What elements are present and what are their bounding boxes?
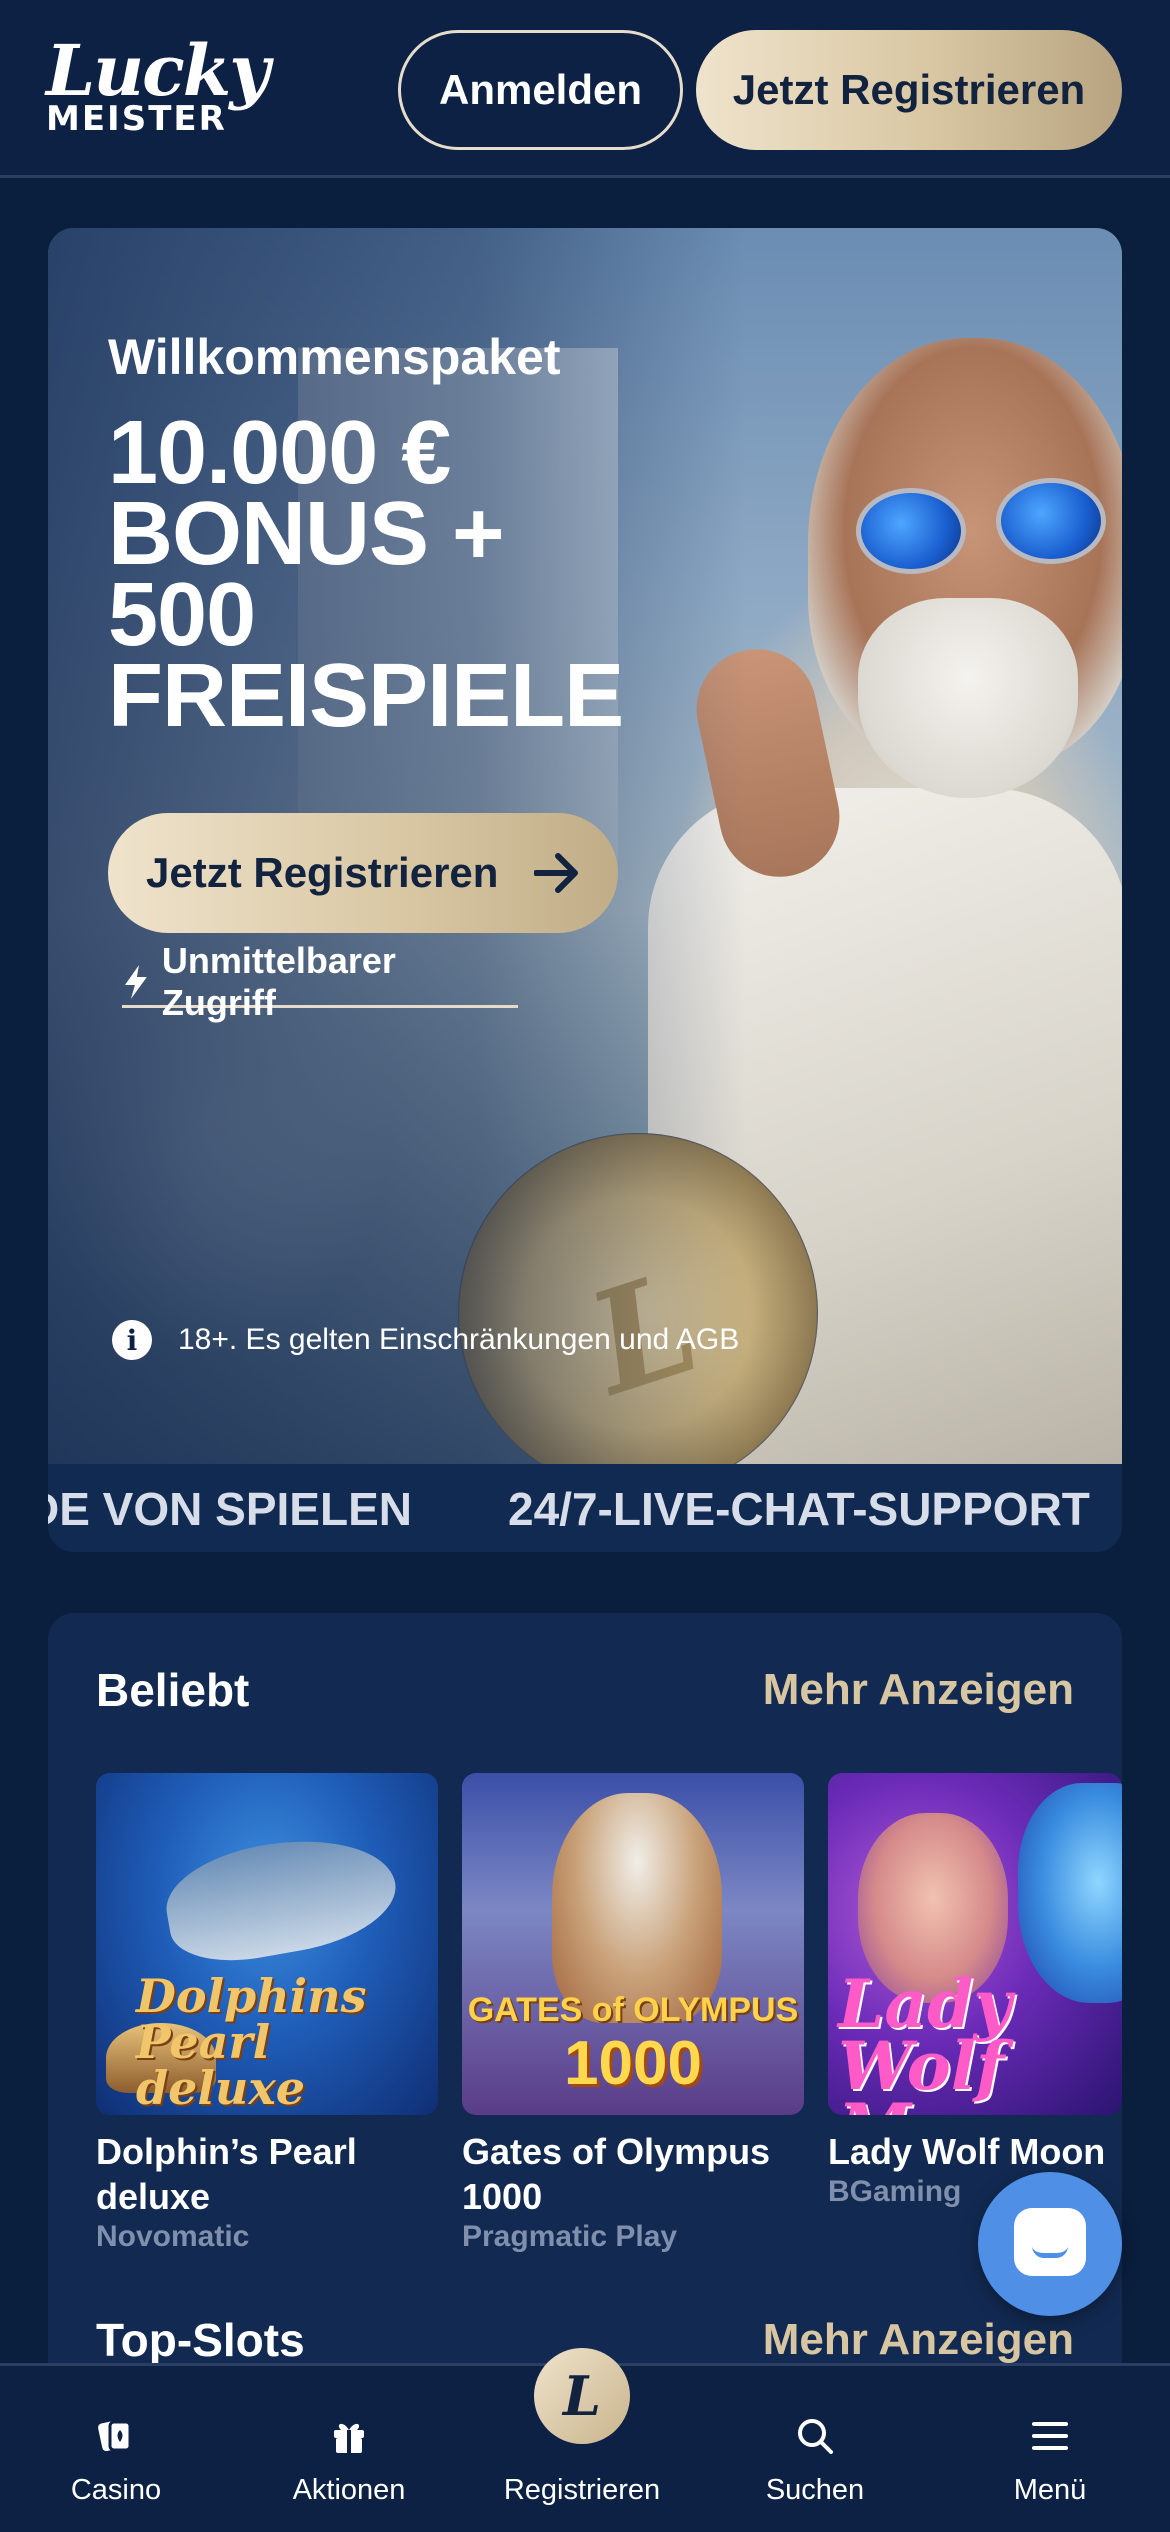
nav-item-casino[interactable]: Casino bbox=[16, 2366, 216, 2532]
banner-subtitle: Willkommenspaket bbox=[108, 329, 561, 385]
search-icon bbox=[798, 2419, 833, 2454]
banner-register-button[interactable]: Jetzt Registrieren bbox=[108, 813, 618, 933]
nav-item-menu[interactable]: Menü bbox=[950, 2366, 1150, 2532]
lucky-logo-icon[interactable]: L bbox=[534, 2348, 630, 2444]
lucky-meister-logo[interactable]: Lucky MEISTER bbox=[46, 29, 270, 146]
man-suit bbox=[648, 788, 1122, 1468]
disclaimer-text: 18+. Es gelten Einschränkungen und AGB bbox=[178, 1323, 740, 1356]
game-provider: Novomatic bbox=[96, 2220, 250, 2253]
nav-label: Menü bbox=[1013, 2474, 1087, 2506]
section-title-popular: Beliebt bbox=[96, 1664, 250, 1716]
game-name[interactable]: Lady Wolf Moon bbox=[828, 2129, 1122, 2174]
game-name[interactable]: Gates of Olympus 1000 bbox=[462, 2129, 804, 2219]
lightning-icon bbox=[124, 964, 147, 999]
cards-icon bbox=[98, 2420, 132, 2452]
age-disclaimer: i 18+. Es gelten Einschränkungen und AGB bbox=[112, 1320, 739, 1360]
game-name[interactable]: Dolphin’s Pearl deluxe bbox=[96, 2129, 438, 2219]
instant-access-link[interactable]: Unmittelbarer Zugriff bbox=[122, 940, 518, 1023]
game-art-title: GATES of OLYMPUS bbox=[467, 1991, 799, 2029]
logo-text-lucky: Lucky bbox=[46, 29, 270, 112]
sunglasses-lens-right bbox=[996, 478, 1106, 564]
zeus-art bbox=[552, 1793, 722, 2023]
welcome-banner[interactable]: L Willkommenspaket 10.000 € BONUS + 500 … bbox=[48, 228, 1122, 1552]
info-icon[interactable]: i bbox=[112, 1320, 152, 1360]
man-hand bbox=[685, 638, 851, 888]
game-art-title: Dolphins Pearl deluxe bbox=[136, 1969, 367, 2115]
section-title-top-slots: Top-Slots bbox=[96, 2314, 305, 2366]
nav-label: Registrieren bbox=[503, 2474, 661, 2506]
game-art-number: 1000 bbox=[564, 2029, 702, 2098]
top-header: Lucky MEISTER Anmelden Jetzt Registriere… bbox=[0, 0, 1170, 178]
game-provider: Pragmatic Play bbox=[462, 2220, 678, 2253]
game-thumbnail[interactable]: Dolphins Pearl deluxe bbox=[96, 1773, 438, 2115]
nav-label: Casino bbox=[70, 2474, 162, 2506]
register-button[interactable]: Jetzt Registrieren bbox=[696, 30, 1122, 150]
show-more-popular-link[interactable]: Mehr Anzeigen bbox=[763, 1665, 1074, 1715]
banner-register-label: Jetzt Registrieren bbox=[146, 849, 499, 896]
ticker-item: 24/7-LIVE-CHAT-SUPPORT bbox=[508, 1483, 1090, 1535]
sunglasses-lens-left bbox=[856, 488, 966, 574]
live-chat-button[interactable] bbox=[978, 2172, 1122, 2316]
man-head bbox=[808, 338, 1122, 768]
ticker-item: DE VON SPIELEN bbox=[48, 1483, 412, 1535]
game-card[interactable]: GATES of OLYMPUS 1000 Gates of Olympus 1… bbox=[462, 1773, 804, 2255]
show-more-top-slots-link[interactable]: Mehr Anzeigen bbox=[763, 2315, 1074, 2365]
dolphin-art bbox=[158, 1823, 404, 1973]
arrow-right-icon bbox=[534, 853, 578, 893]
game-thumbnail[interactable]: GATES of OLYMPUS 1000 bbox=[462, 1773, 804, 2115]
wolf-art bbox=[1018, 1783, 1122, 2003]
nav-label: Suchen bbox=[765, 2474, 865, 2506]
game-thumbnail[interactable]: Lady Wolf Moon bbox=[828, 1773, 1122, 2115]
banner-title: 10.000 € BONUS + 500 FREISPIELE bbox=[108, 403, 624, 746]
instant-access-label: Unmittelbarer Zugriff bbox=[161, 939, 396, 1023]
bottom-navigation: Casino Aktionen Registrieren L Suchen Me… bbox=[0, 2348, 1170, 2532]
nav-item-aktionen[interactable]: Aktionen bbox=[249, 2366, 449, 2532]
nav-item-suchen[interactable]: Suchen bbox=[715, 2366, 915, 2532]
gift-icon bbox=[334, 2423, 364, 2453]
nav-label: Aktionen bbox=[292, 2474, 406, 2506]
game-art-title: Lady Wolf Moon bbox=[838, 1965, 1047, 2115]
chat-icon bbox=[1014, 2208, 1086, 2276]
menu-icon bbox=[1032, 2422, 1068, 2450]
game-card[interactable]: Dolphins Pearl deluxe Dolphin’s Pearl de… bbox=[96, 1773, 438, 2255]
man-beard bbox=[858, 598, 1078, 798]
game-card[interactable]: Lady Wolf Moon Lady Wolf Moon BGaming bbox=[828, 1773, 1122, 2210]
feature-ticker: DE VON SPIELEN 24/7-LIVE-CHAT-SUPPORT bbox=[48, 1464, 1122, 1552]
login-button[interactable]: Anmelden bbox=[398, 30, 683, 150]
